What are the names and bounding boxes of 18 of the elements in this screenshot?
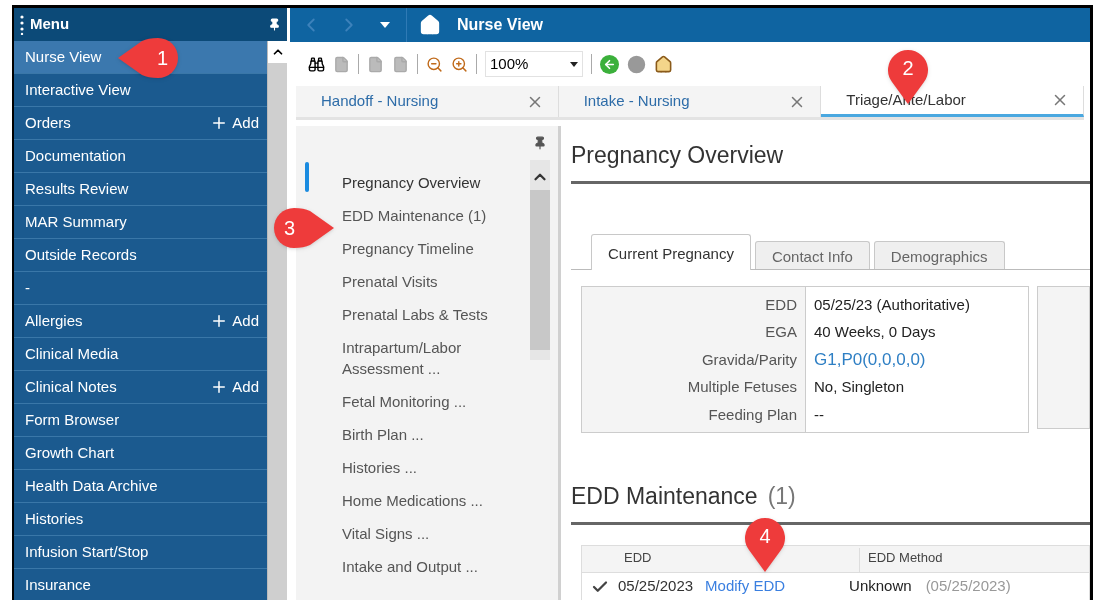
menu-title: Menu — [30, 14, 71, 35]
field-value: No, Singleton — [814, 377, 905, 397]
field-label: EDD — [765, 294, 797, 315]
section-heading: EDD Maintenance — [571, 482, 758, 511]
table-cell-text: Unknown — [849, 576, 912, 597]
field-value: 05/25/23 (Authoritative) — [814, 294, 970, 315]
field-label: EGA — [765, 322, 797, 342]
field-value: -- — [814, 404, 824, 425]
field-label: Multiple Fetuses — [687, 377, 797, 397]
field-label: Gravida/Parity — [701, 349, 797, 370]
view-title: Nurse View — [457, 15, 543, 35]
count-label: (1) — [767, 482, 796, 511]
field-value: 40 Weeks, 0 Days — [814, 322, 936, 342]
section-heading: Pregnancy Overview — [571, 138, 1090, 184]
column-header: EDD Method — [867, 549, 943, 567]
field-label: Feeding Plan — [708, 404, 797, 425]
table-cell-text: (05/25/2023) — [925, 576, 1011, 597]
table-cell-text: 05/25/2023 — [618, 576, 694, 597]
